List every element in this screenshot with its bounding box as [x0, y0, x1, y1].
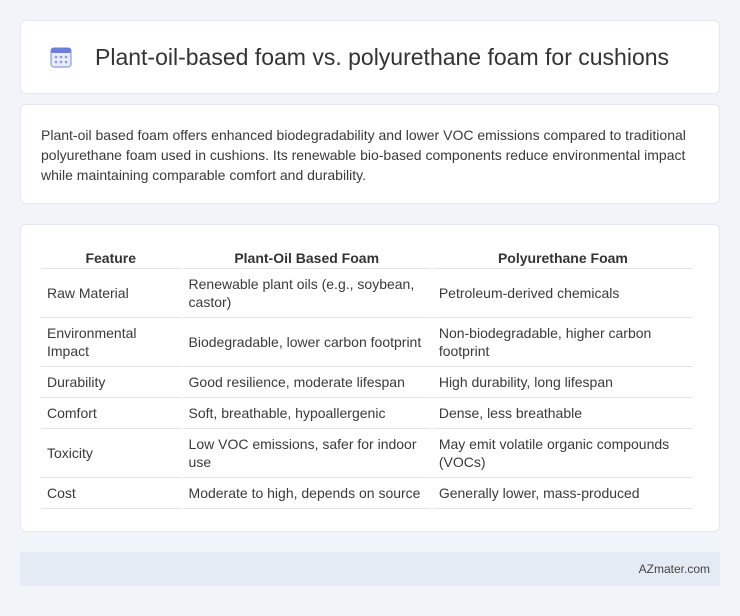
table-cell-plant-oil: Biodegradable, lower carbon footprint	[182, 318, 431, 367]
footer-site-name: AZmater.com	[638, 562, 710, 576]
summary-card: Plant-oil based foam offers enhanced bio…	[20, 104, 720, 204]
table-cell-feature: Durability	[41, 367, 181, 398]
comparison-table-card: Feature Plant-Oil Based Foam Polyurethan…	[20, 224, 720, 532]
table-cell-polyurethane: Non-biodegradable, higher carbon footpri…	[432, 318, 693, 367]
table-cell-feature: Raw Material	[41, 269, 181, 318]
table-cell-plant-oil: Moderate to high, depends on source	[182, 478, 431, 509]
calendar-icon	[49, 45, 73, 69]
table-row: Cost Moderate to high, depends on source…	[41, 478, 693, 509]
column-header-plant-oil-foam: Plant-Oil Based Foam	[182, 247, 431, 269]
column-header-polyurethane-foam: Polyurethane Foam	[432, 247, 693, 269]
page-title: Plant-oil-based foam vs. polyurethane fo…	[95, 43, 670, 70]
comparison-table: Feature Plant-Oil Based Foam Polyurethan…	[39, 247, 695, 509]
table-cell-plant-oil: Renewable plant oils (e.g., soybean, cas…	[182, 269, 431, 318]
table-row: Raw Material Renewable plant oils (e.g.,…	[41, 269, 693, 318]
table-row: Toxicity Low VOC emissions, safer for in…	[41, 429, 693, 478]
table-cell-feature: Cost	[41, 478, 181, 509]
table-cell-polyurethane: Petroleum-derived chemicals	[432, 269, 693, 318]
table-row: Durability Good resilience, moderate lif…	[41, 367, 693, 398]
column-header-feature: Feature	[41, 247, 181, 269]
table-header-row: Feature Plant-Oil Based Foam Polyurethan…	[41, 247, 693, 269]
header-card: Plant-oil-based foam vs. polyurethane fo…	[20, 20, 720, 94]
table-row: Comfort Soft, breathable, hypoallergenic…	[41, 398, 693, 429]
table-cell-plant-oil: Low VOC emissions, safer for indoor use	[182, 429, 431, 478]
table-cell-polyurethane: High durability, long lifespan	[432, 367, 693, 398]
table-cell-feature: Comfort	[41, 398, 181, 429]
table-cell-feature: Toxicity	[41, 429, 181, 478]
table-cell-plant-oil: Good resilience, moderate lifespan	[182, 367, 431, 398]
table-cell-feature: Environmental Impact	[41, 318, 181, 367]
table-cell-plant-oil: Soft, breathable, hypoallergenic	[182, 398, 431, 429]
table-row: Environmental Impact Biodegradable, lowe…	[41, 318, 693, 367]
table-cell-polyurethane: Dense, less breathable	[432, 398, 693, 429]
table-cell-polyurethane: Generally lower, mass-produced	[432, 478, 693, 509]
footer-bar: AZmater.com	[20, 552, 720, 586]
table-cell-polyurethane: May emit volatile organic compounds (VOC…	[432, 429, 693, 478]
summary-text: Plant-oil based foam offers enhanced bio…	[41, 127, 686, 183]
